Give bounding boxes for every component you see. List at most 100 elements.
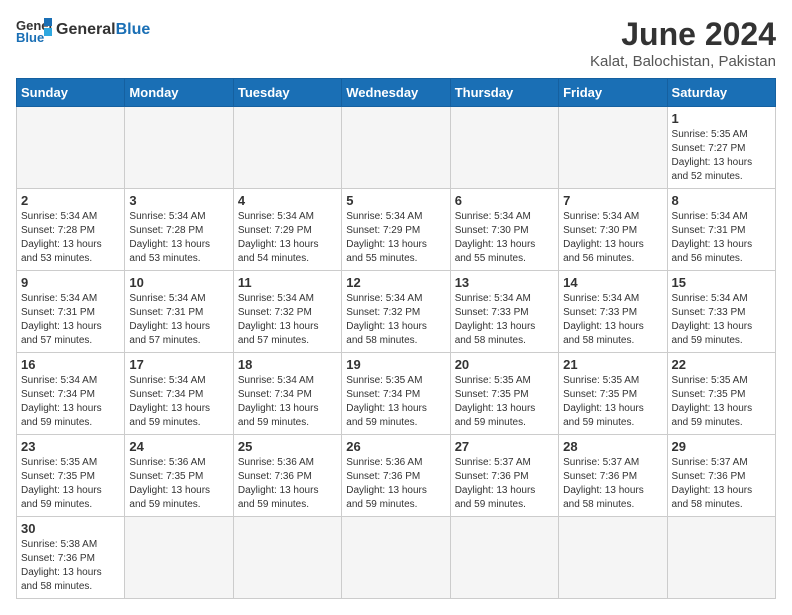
calendar-cell: 11Sunrise: 5:34 AM Sunset: 7:32 PM Dayli… [233, 271, 341, 353]
calendar-week-row: 16Sunrise: 5:34 AM Sunset: 7:34 PM Dayli… [17, 353, 776, 435]
day-number: 22 [672, 357, 771, 372]
calendar-cell: 9Sunrise: 5:34 AM Sunset: 7:31 PM Daylig… [17, 271, 125, 353]
calendar-cell: 4 Sunrise: 5:34 AM Sunset: 7:29 PM Daylig… [233, 189, 341, 271]
day-info: Sunrise: 5:34 AM Sunset: 7:30 PM Dayligh… [563, 210, 662, 266]
calendar-cell: 18Sunrise: 5:34 AM Sunset: 7:34 PM Dayli… [233, 353, 341, 435]
day-info: Sunrise: 5:35 AM Sunset: 7:34 PM Dayligh… [346, 374, 445, 430]
day-info: Sunrise: 5:35 AM Sunset: 7:35 PM Dayligh… [21, 456, 120, 512]
day-info: Sunrise: 5:35 AM Sunset: 7:35 PM Dayligh… [455, 374, 554, 430]
day-info: Sunrise: 5:34 AM Sunset: 7:31 PM Dayligh… [672, 210, 771, 266]
calendar-cell: 8 Sunrise: 5:34 AM Sunset: 7:31 PM Daylig… [667, 189, 775, 271]
calendar-week-row: 23 Sunrise: 5:35 AM Sunset: 7:35 PM Dayli… [17, 435, 776, 517]
column-header-sunday: Sunday [17, 79, 125, 107]
day-info: Sunrise: 5:37 AM Sunset: 7:36 PM Dayligh… [563, 456, 662, 512]
logo-text: GeneralBlue [56, 21, 150, 39]
calendar-cell [125, 107, 233, 189]
day-info: Sunrise: 5:34 AM Sunset: 7:28 PM Dayligh… [129, 210, 228, 266]
day-number: 3 [129, 193, 228, 208]
day-number: 5 [346, 193, 445, 208]
calendar-cell: 15 Sunrise: 5:34 AM Sunset: 7:33 PM Dayli… [667, 271, 775, 353]
day-number: 17 [129, 357, 228, 372]
calendar-week-row: 9 Sunrise: 5:34 AM Sunset: 7:31 PM Daylig… [17, 271, 776, 353]
calendar-cell [559, 517, 667, 599]
day-number: 19 [346, 357, 445, 372]
day-info: Sunrise: 5:34 AM Sunset: 7:29 PM Dayligh… [346, 210, 445, 266]
column-header-monday: Monday [125, 79, 233, 107]
calendar-cell: 23 Sunrise: 5:35 AM Sunset: 7:35 PM Dayli… [17, 435, 125, 517]
svg-text:Blue: Blue [16, 30, 44, 44]
day-info: Sunrise: 5:37 AM Sunset: 7:36 PM Dayligh… [455, 456, 554, 512]
calendar-cell: 14Sunrise: 5:34 AM Sunset: 7:33 PM Dayli… [559, 271, 667, 353]
calendar-cell: 28 Sunrise: 5:37 AM Sunset: 7:36 PM Dayli… [559, 435, 667, 517]
calendar-cell [559, 107, 667, 189]
day-info: Sunrise: 5:34 AM Sunset: 7:32 PM Dayligh… [346, 292, 445, 348]
calendar-cell: 6Sunrise: 5:34 AM Sunset: 7:30 PM Daylig… [450, 189, 558, 271]
calendar-cell: 16Sunrise: 5:34 AM Sunset: 7:34 PM Dayli… [17, 353, 125, 435]
column-header-thursday: Thursday [450, 79, 558, 107]
day-number: 20 [455, 357, 554, 372]
calendar-cell [233, 517, 341, 599]
calendar-cell: 24 Sunrise: 5:36 AM Sunset: 7:35 PM Dayli… [125, 435, 233, 517]
logo: General Blue GeneralBlue [16, 16, 150, 44]
day-number: 4 [238, 193, 337, 208]
day-info: Sunrise: 5:35 AM Sunset: 7:35 PM Dayligh… [672, 374, 771, 430]
day-info: Sunrise: 5:34 AM Sunset: 7:34 PM Dayligh… [129, 374, 228, 430]
calendar: SundayMondayTuesdayWednesdayThursdayFrid… [16, 78, 776, 599]
title-area: June 2024 Kalat, Balochistan, Pakistan [590, 16, 776, 70]
day-info: Sunrise: 5:36 AM Sunset: 7:35 PM Dayligh… [129, 456, 228, 512]
calendar-week-row: 30Sunrise: 5:38 AM Sunset: 7:36 PM Dayli… [17, 517, 776, 599]
day-info: Sunrise: 5:34 AM Sunset: 7:34 PM Dayligh… [238, 374, 337, 430]
calendar-week-row: 1Sunrise: 5:35 AM Sunset: 7:27 PM Daylig… [17, 107, 776, 189]
calendar-cell [450, 107, 558, 189]
calendar-cell [342, 517, 450, 599]
day-number: 24 [129, 439, 228, 454]
column-header-tuesday: Tuesday [233, 79, 341, 107]
day-number: 8 [672, 193, 771, 208]
calendar-cell: 27 Sunrise: 5:37 AM Sunset: 7:36 PM Dayli… [450, 435, 558, 517]
day-info: Sunrise: 5:34 AM Sunset: 7:33 PM Dayligh… [455, 292, 554, 348]
calendar-cell: 13 Sunrise: 5:34 AM Sunset: 7:33 PM Dayli… [450, 271, 558, 353]
calendar-header-row: SundayMondayTuesdayWednesdayThursdayFrid… [17, 79, 776, 107]
day-number: 14 [563, 275, 662, 290]
day-number: 23 [21, 439, 120, 454]
calendar-cell [667, 517, 775, 599]
calendar-cell: 26Sunrise: 5:36 AM Sunset: 7:36 PM Dayli… [342, 435, 450, 517]
column-header-wednesday: Wednesday [342, 79, 450, 107]
column-header-friday: Friday [559, 79, 667, 107]
day-number: 27 [455, 439, 554, 454]
day-info: Sunrise: 5:34 AM Sunset: 7:28 PM Dayligh… [21, 210, 120, 266]
calendar-cell: 12 Sunrise: 5:34 AM Sunset: 7:32 PM Dayli… [342, 271, 450, 353]
day-info: Sunrise: 5:34 AM Sunset: 7:33 PM Dayligh… [672, 292, 771, 348]
calendar-cell: 10 Sunrise: 5:34 AM Sunset: 7:31 PM Dayli… [125, 271, 233, 353]
calendar-cell: 5 Sunrise: 5:34 AM Sunset: 7:29 PM Daylig… [342, 189, 450, 271]
location: Kalat, Balochistan, Pakistan [590, 53, 776, 70]
day-number: 1 [672, 111, 771, 126]
day-number: 12 [346, 275, 445, 290]
day-number: 15 [672, 275, 771, 290]
day-info: Sunrise: 5:37 AM Sunset: 7:36 PM Dayligh… [672, 456, 771, 512]
day-number: 6 [455, 193, 554, 208]
day-info: Sunrise: 5:36 AM Sunset: 7:36 PM Dayligh… [238, 456, 337, 512]
day-number: 2 [21, 193, 120, 208]
calendar-cell: 22 Sunrise: 5:35 AM Sunset: 7:35 PM Dayli… [667, 353, 775, 435]
day-number: 7 [563, 193, 662, 208]
day-info: Sunrise: 5:34 AM Sunset: 7:31 PM Dayligh… [129, 292, 228, 348]
day-number: 28 [563, 439, 662, 454]
calendar-cell: 7 Sunrise: 5:34 AM Sunset: 7:30 PM Daylig… [559, 189, 667, 271]
calendar-cell: 1Sunrise: 5:35 AM Sunset: 7:27 PM Daylig… [667, 107, 775, 189]
day-number: 13 [455, 275, 554, 290]
calendar-cell: 20 Sunrise: 5:35 AM Sunset: 7:35 PM Dayli… [450, 353, 558, 435]
calendar-cell [450, 517, 558, 599]
calendar-cell: 21Sunrise: 5:35 AM Sunset: 7:35 PM Dayli… [559, 353, 667, 435]
calendar-cell: 19 Sunrise: 5:35 AM Sunset: 7:34 PM Dayli… [342, 353, 450, 435]
day-info: Sunrise: 5:34 AM Sunset: 7:34 PM Dayligh… [21, 374, 120, 430]
day-info: Sunrise: 5:34 AM Sunset: 7:29 PM Dayligh… [238, 210, 337, 266]
day-number: 9 [21, 275, 120, 290]
day-number: 10 [129, 275, 228, 290]
calendar-cell: 3 Sunrise: 5:34 AM Sunset: 7:28 PM Daylig… [125, 189, 233, 271]
calendar-cell [233, 107, 341, 189]
calendar-cell [125, 517, 233, 599]
day-info: Sunrise: 5:36 AM Sunset: 7:36 PM Dayligh… [346, 456, 445, 512]
calendar-cell [17, 107, 125, 189]
month-year: June 2024 [590, 16, 776, 53]
